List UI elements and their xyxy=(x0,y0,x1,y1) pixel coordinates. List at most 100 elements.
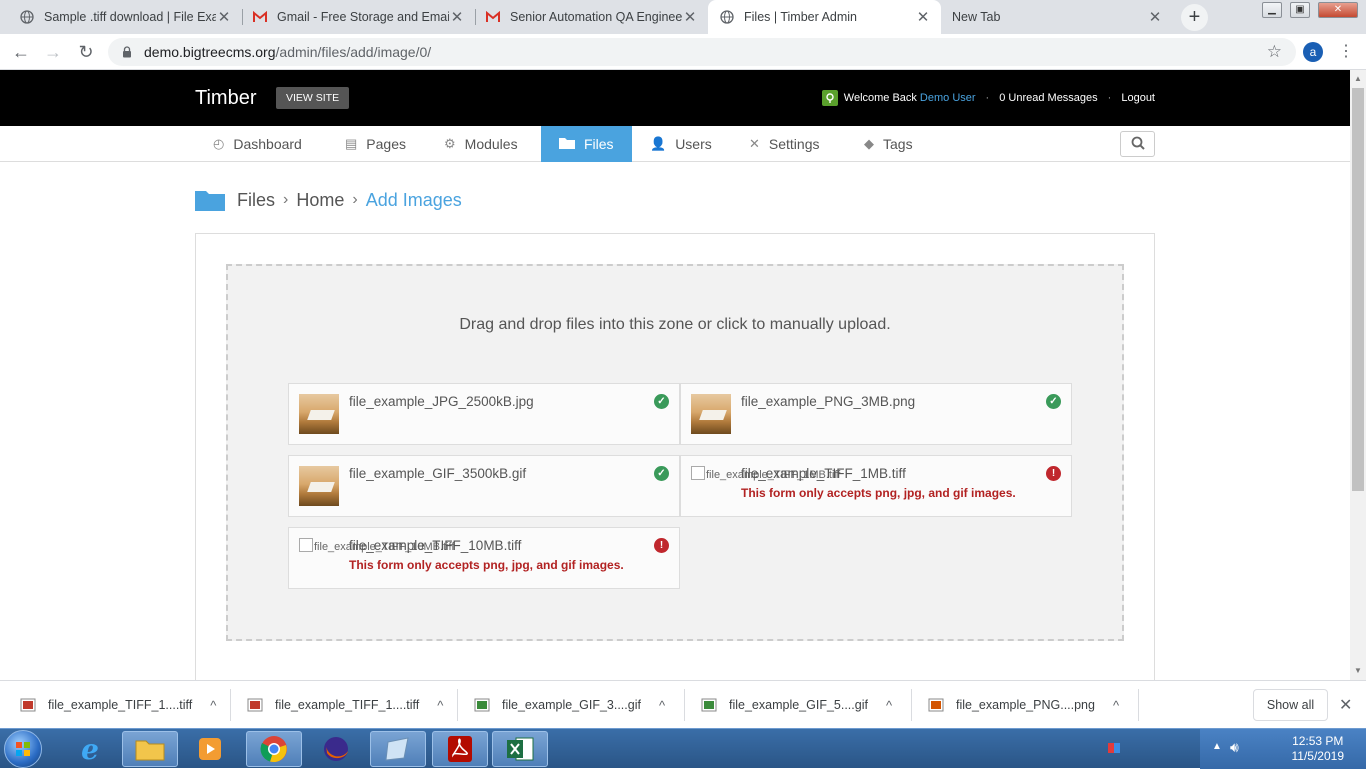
welcome-text: Welcome Back xyxy=(843,92,917,104)
logout-link[interactable]: Logout xyxy=(1121,92,1155,104)
reload-icon[interactable]: ↻ xyxy=(76,42,96,62)
internet-explorer-icon[interactable]: e xyxy=(62,731,118,767)
close-icon[interactable]: ✕ xyxy=(682,8,698,26)
search-button[interactable] xyxy=(1120,131,1155,157)
divider xyxy=(1138,689,1139,721)
broken-image-icon xyxy=(691,466,705,480)
back-icon[interactable]: ← xyxy=(11,42,31,62)
browser-tab[interactable]: Senior Automation QA Engineer ✕ xyxy=(476,0,708,34)
chrome-icon[interactable] xyxy=(246,731,302,767)
chevron-up-icon[interactable]: ^ xyxy=(437,698,443,713)
nav-label: Pages xyxy=(366,136,406,152)
tray-expand-icon[interactable]: ▲ xyxy=(1212,741,1222,752)
minimize-window-button[interactable]: ▁ xyxy=(1262,2,1282,18)
page-scrollbar[interactable]: ▲ ▼ xyxy=(1350,70,1366,680)
bookmark-star-icon[interactable]: ☆ xyxy=(1267,42,1282,62)
close-icon[interactable]: ✕ xyxy=(915,8,931,26)
file-explorer-icon[interactable] xyxy=(122,731,178,767)
nav-tags[interactable]: ◆ Tags xyxy=(846,126,931,162)
clock-time: 12:53 PM xyxy=(1292,734,1344,748)
close-icon[interactable]: ✕ xyxy=(449,8,465,26)
browser-tab-title: Senior Automation QA Engineer xyxy=(510,10,682,24)
file-thumbnail xyxy=(299,394,339,434)
download-item[interactable]: file_example_TIFF_1....tiff ^ xyxy=(247,681,443,729)
breadcrumb-home[interactable]: Home xyxy=(296,190,344,211)
success-check-icon: ✓ xyxy=(1046,394,1061,409)
url-host: demo.bigtreecms.org xyxy=(144,44,276,60)
browser-tab[interactable]: Sample .tiff download | File Exam ✕ xyxy=(0,0,242,34)
app-window-icon[interactable] xyxy=(370,731,426,767)
view-site-button[interactable]: VIEW SITE xyxy=(276,87,350,109)
browser-tab[interactable]: Gmail - Free Storage and Email ✕ xyxy=(243,0,475,34)
breadcrumb-files[interactable]: Files xyxy=(237,190,275,211)
user-link[interactable]: Demo User xyxy=(920,92,976,104)
folder-icon xyxy=(195,189,225,211)
clock-date: 11/5/2019 xyxy=(1291,749,1345,763)
media-player-icon[interactable] xyxy=(182,731,238,767)
new-tab-button[interactable]: + xyxy=(1181,4,1208,31)
file-name: file_example_GIF_3500kB.gif xyxy=(349,466,527,481)
browser-toolbar: ← → ↻ demo.bigtreecms.org/admin/files/ad… xyxy=(0,34,1366,70)
divider xyxy=(911,689,912,721)
address-bar[interactable]: demo.bigtreecms.org/admin/files/add/imag… xyxy=(108,38,1296,66)
gmail-icon xyxy=(253,10,267,24)
nav-label: Settings xyxy=(768,136,820,152)
browser-tab-strip: Sample .tiff download | File Exam ✕ Gmai… xyxy=(0,0,1366,34)
chevron-up-icon[interactable]: ^ xyxy=(886,698,892,713)
start-button[interactable] xyxy=(4,730,42,768)
nav-dashboard[interactable]: ◴ Dashboard xyxy=(195,126,320,162)
file-preview: file_example_GIF_3500kB.gif ✓ xyxy=(288,455,680,517)
close-icon[interactable]: ✕ xyxy=(216,8,232,26)
download-item[interactable]: file_example_TIFF_1....tiff ^ xyxy=(20,681,216,729)
tray-app-icon[interactable] xyxy=(1108,741,1126,758)
maximize-window-button[interactable]: ▣ xyxy=(1290,2,1310,18)
volume-icon[interactable]: 🔊︎ xyxy=(1230,739,1239,756)
messages-link[interactable]: 0 Unread Messages xyxy=(999,92,1097,104)
profile-avatar[interactable]: a xyxy=(1303,42,1323,62)
download-item[interactable]: file_example_PNG....png ^ xyxy=(928,681,1119,729)
file-preview: file_example_PNG_3MB.png ✓ xyxy=(680,383,1072,445)
file-preview-error: file_example_TIFF_1MB.tiff file_example_… xyxy=(680,455,1072,517)
pages-icon: ▤ xyxy=(345,136,358,151)
nav-label: Modules xyxy=(464,136,518,152)
close-window-button[interactable]: ✕ xyxy=(1318,2,1358,18)
image-file-icon xyxy=(20,697,36,713)
nav-modules[interactable]: ⚙ Modules xyxy=(426,126,536,162)
file-name: file_example_TIFF_1MB.tiff xyxy=(741,466,906,481)
chevron-up-icon[interactable]: ^ xyxy=(1113,698,1119,713)
download-item[interactable]: file_example_GIF_3....gif ^ xyxy=(474,681,665,729)
nav-pages[interactable]: ▤ Pages xyxy=(327,126,424,162)
user-badge-icon xyxy=(821,90,838,106)
browser-menu-icon[interactable]: ⋮ xyxy=(1338,42,1354,62)
download-item[interactable]: file_example_GIF_5....gif ^ xyxy=(701,681,892,729)
chevron-up-icon[interactable]: ^ xyxy=(210,698,216,713)
acrobat-icon[interactable] xyxy=(432,731,488,767)
firefox-icon[interactable] xyxy=(308,731,364,767)
file-error-message: This form only accepts png, jpg, and gif… xyxy=(741,486,1016,500)
separator: · xyxy=(1107,92,1112,104)
windows-logo-icon xyxy=(16,742,30,756)
gmail-icon xyxy=(486,10,500,24)
nav-settings[interactable]: ✕ Settings xyxy=(731,126,838,162)
scrollbar-thumb[interactable] xyxy=(1352,88,1364,491)
excel-icon[interactable] xyxy=(492,731,548,767)
forward-icon[interactable]: → xyxy=(43,42,63,62)
breadcrumb: Files › Home › Add Images xyxy=(195,186,462,214)
browser-tab[interactable]: New Tab ✕ xyxy=(941,0,1173,34)
browser-tab-title: Gmail - Free Storage and Email xyxy=(277,10,449,24)
divider xyxy=(230,689,231,721)
close-icon[interactable]: ✕ xyxy=(1147,8,1163,26)
nav-users[interactable]: 👤 Users xyxy=(632,126,730,162)
dashboard-icon: ◴ xyxy=(213,136,225,151)
image-file-icon xyxy=(701,697,717,713)
close-icon[interactable]: ✕ xyxy=(1339,695,1352,715)
browser-tab-active[interactable]: Files | Timber Admin ✕ xyxy=(708,0,941,34)
upload-dropzone[interactable]: Drag and drop files into this zone or cl… xyxy=(226,264,1124,641)
site-brand[interactable]: Timber xyxy=(195,87,256,110)
file-preview: file_example_JPG_2500kB.jpg ✓ xyxy=(288,383,680,445)
download-filename: file_example_TIFF_1....tiff xyxy=(48,698,193,712)
nav-files[interactable]: Files xyxy=(541,126,632,162)
show-all-downloads-button[interactable]: Show all xyxy=(1253,689,1328,721)
chevron-up-icon[interactable]: ^ xyxy=(659,698,665,713)
system-clock[interactable]: 12:53 PM 11/5/2019 xyxy=(1292,734,1345,764)
